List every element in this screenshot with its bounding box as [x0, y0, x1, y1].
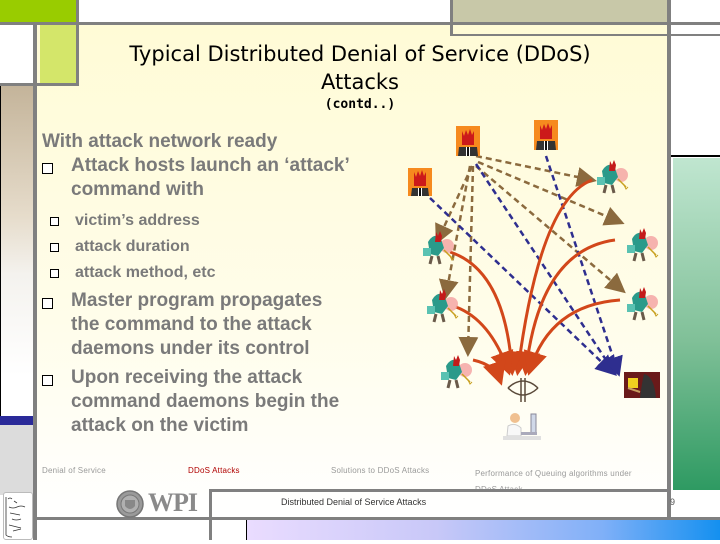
footer-nav-performance-line-1: Performance of Queuing algorithms under [475, 469, 632, 478]
daemon-icon [420, 228, 456, 266]
attacker-icon [408, 168, 432, 196]
crossbow-icon [506, 376, 540, 404]
footer-nav-denial-of-service[interactable]: Denial of Service [42, 466, 106, 475]
command-link-1 [475, 154, 597, 187]
command-link-6 [458, 165, 479, 357]
ddos-diagram [429, 154, 626, 386]
daemon-icon [624, 284, 660, 322]
bottom-gradient-strip [247, 520, 720, 540]
attack-arrow-6 [472, 358, 506, 386]
wpi-logo-text: WPI [148, 488, 198, 517]
footer-box-left [209, 489, 212, 540]
victim-computer-user-icon [503, 410, 541, 440]
attacker-icon [534, 120, 558, 150]
footer-center-text: Distributed Denial of Service Attacks [281, 497, 427, 507]
footer-nav-ddos-attacks[interactable]: DDoS Attacks [188, 466, 240, 475]
footer-nav-solutions[interactable]: Solutions to DDoS Attacks [331, 466, 429, 475]
footer-nav-performance[interactable]: Performance of Queuing algorithms under … [475, 466, 665, 498]
daemon-icon [594, 157, 630, 195]
bottom-black-tick [246, 520, 247, 540]
wpi-logo: WPI [116, 488, 208, 518]
footer-box-top [210, 489, 670, 492]
grim-reaper-icon [624, 372, 660, 398]
master-attacker-icon [456, 126, 480, 156]
daemon-icon [424, 286, 460, 324]
daemon-icon [624, 225, 660, 263]
page-number: 9 [670, 497, 676, 507]
daemon-icon [438, 352, 474, 390]
